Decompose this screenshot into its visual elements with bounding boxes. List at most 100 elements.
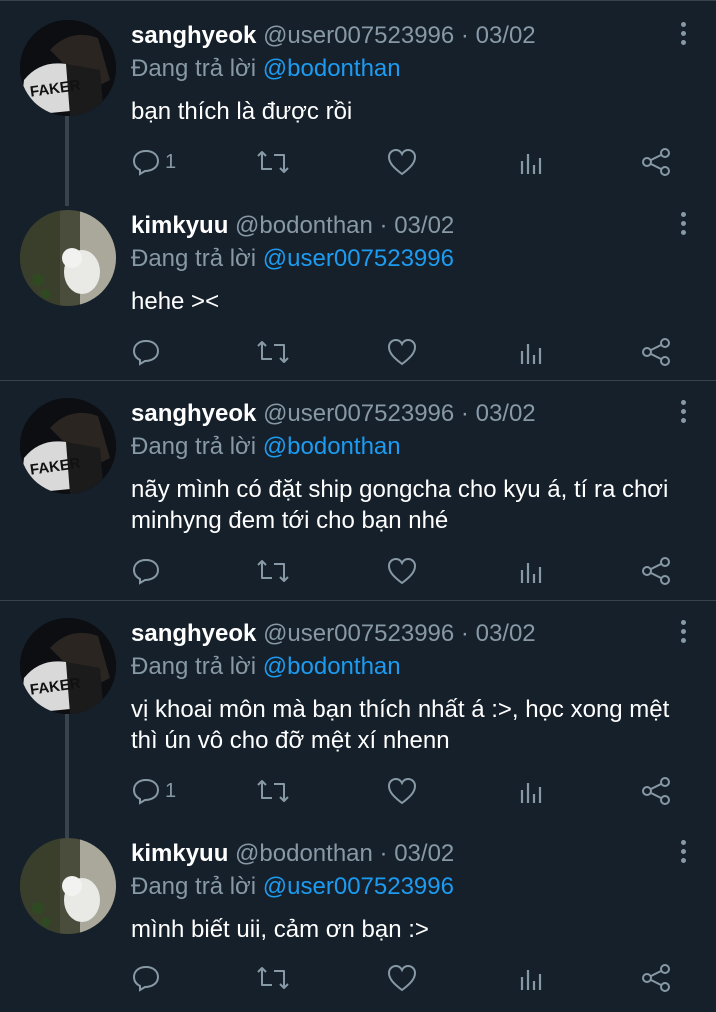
tweet-text: mình biết uii, cảm ơn bạn :>: [131, 916, 429, 943]
reply-mention[interactable]: @bodonthan: [263, 653, 401, 680]
display-name[interactable]: kimkyuu: [131, 840, 228, 867]
action-bar: 1: [131, 775, 691, 807]
tweet[interactable]: kimkyuu @bodonthan · 03/02 Đang trả lời …: [0, 190, 716, 380]
like-button[interactable]: [386, 146, 418, 178]
reply-prefix: Đang trả lời: [131, 245, 257, 272]
retweet-icon: [257, 341, 289, 363]
user-handle: @bodonthan: [235, 212, 373, 239]
avatar[interactable]: FAKER: [20, 398, 116, 494]
tweet[interactable]: kimkyuu @bodonthan · 03/02 Đang trả lời …: [0, 818, 716, 1012]
avatar[interactable]: FAKER: [20, 20, 116, 116]
retweet-icon: [257, 151, 289, 173]
like-icon: [387, 964, 417, 992]
tweet[interactable]: FAKER sanghyeok @user007523996 · 03/02 Đ…: [0, 0, 716, 206]
user-handle: @user007523996: [263, 22, 455, 49]
avatar[interactable]: [20, 210, 116, 306]
reply-button[interactable]: [131, 962, 165, 994]
display-name[interactable]: kimkyuu: [131, 212, 228, 239]
action-bar: 1: [131, 146, 691, 178]
more-options-icon[interactable]: [678, 840, 688, 867]
action-bar: [131, 336, 691, 368]
display-name[interactable]: sanghyeok: [131, 22, 256, 49]
reply-button[interactable]: [131, 555, 165, 587]
action-bar: [131, 962, 691, 994]
retweet-button[interactable]: [256, 146, 290, 178]
more-options-icon[interactable]: [678, 22, 688, 49]
reply-prefix: Đang trả lời: [131, 873, 257, 900]
timestamp: 03/02: [475, 400, 536, 427]
analytics-icon: [520, 154, 542, 174]
share-button[interactable]: [641, 962, 673, 994]
separator: ·: [379, 840, 388, 867]
timestamp: 03/02: [394, 212, 455, 239]
retweet-button[interactable]: [256, 336, 290, 368]
like-icon: [387, 338, 417, 366]
analytics-button[interactable]: [518, 555, 546, 587]
share-icon: [642, 557, 670, 585]
tweet[interactable]: FAKER sanghyeok @user007523996 · 03/02 Đ…: [0, 378, 716, 600]
analytics-icon: [520, 970, 542, 990]
share-button[interactable]: [641, 775, 673, 807]
share-button[interactable]: [641, 336, 673, 368]
timestamp: 03/02: [394, 840, 455, 867]
reply-icon: [132, 149, 160, 176]
reply-icon: [132, 778, 160, 805]
action-bar: [131, 555, 691, 587]
retweet-button[interactable]: [256, 775, 290, 807]
share-button[interactable]: [641, 555, 673, 587]
share-button[interactable]: [641, 146, 673, 178]
retweet-icon: [257, 967, 289, 989]
reply-count: 1: [165, 779, 177, 802]
share-icon: [642, 777, 670, 805]
reply-mention[interactable]: @bodonthan: [263, 433, 401, 460]
analytics-icon: [520, 344, 542, 364]
retweet-icon: [257, 560, 289, 582]
timestamp: 03/02: [475, 22, 536, 49]
separator: ·: [460, 22, 469, 49]
user-handle: @user007523996: [263, 400, 455, 427]
like-button[interactable]: [386, 555, 418, 587]
user-handle: @user007523996: [263, 620, 455, 647]
reply-mention[interactable]: @user007523996: [263, 873, 454, 900]
reply-prefix: Đang trả lời: [131, 653, 257, 680]
more-options-icon[interactable]: [678, 620, 688, 647]
display-name[interactable]: sanghyeok: [131, 620, 256, 647]
separator: ·: [379, 212, 388, 239]
more-options-icon[interactable]: [678, 212, 688, 239]
analytics-icon: [520, 783, 542, 803]
retweet-button[interactable]: [256, 962, 290, 994]
analytics-button[interactable]: [518, 775, 546, 807]
reply-icon: [132, 339, 160, 366]
like-button[interactable]: [386, 962, 418, 994]
like-icon: [387, 777, 417, 805]
share-icon: [642, 964, 670, 992]
analytics-button[interactable]: [518, 146, 546, 178]
more-options-icon[interactable]: [678, 400, 688, 427]
share-icon: [642, 148, 670, 176]
reply-prefix: Đang trả lời: [131, 433, 257, 460]
reply-mention[interactable]: @bodonthan: [263, 55, 401, 82]
tweet-text: vị khoai môn mà bạn thích nhất á :>, học…: [131, 696, 670, 754]
user-handle: @bodonthan: [235, 840, 373, 867]
reply-button[interactable]: 1: [131, 775, 176, 807]
share-icon: [642, 338, 670, 366]
like-button[interactable]: [386, 336, 418, 368]
reply-prefix: Đang trả lời: [131, 55, 257, 82]
display-name[interactable]: sanghyeok: [131, 400, 256, 427]
retweet-icon: [257, 780, 289, 802]
retweet-button[interactable]: [256, 555, 290, 587]
avatar[interactable]: [20, 838, 116, 934]
reply-count: 1: [165, 150, 177, 173]
analytics-icon: [520, 563, 542, 583]
reply-button[interactable]: 1: [131, 146, 176, 178]
analytics-button[interactable]: [518, 962, 546, 994]
tweet-text: hehe ><: [131, 288, 220, 315]
like-button[interactable]: [386, 775, 418, 807]
separator: ·: [460, 620, 469, 647]
analytics-button[interactable]: [518, 336, 546, 368]
avatar[interactable]: FAKER: [20, 618, 116, 714]
tweet-text: bạn thích là được rồi: [131, 98, 353, 125]
reply-button[interactable]: [131, 336, 165, 368]
tweet[interactable]: FAKER sanghyeok @user007523996 · 03/02 Đ…: [0, 598, 716, 839]
reply-mention[interactable]: @user007523996: [263, 245, 454, 272]
